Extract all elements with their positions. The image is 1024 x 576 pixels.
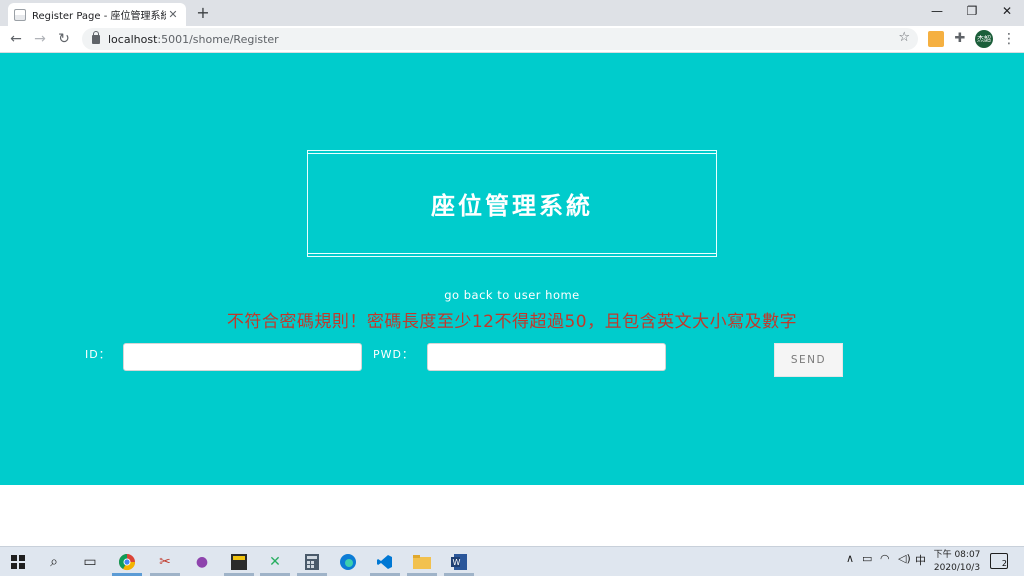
notification-center-icon[interactable]: 2 <box>990 553 1008 569</box>
sticky-notes-icon[interactable] <box>229 552 249 572</box>
send-button[interactable]: SEND <box>774 343 843 377</box>
edge-icon[interactable] <box>338 552 358 572</box>
windows-start-icon[interactable] <box>8 552 28 572</box>
puzzle-extensions-icon[interactable]: ✚ <box>952 31 968 47</box>
clock-time: 下午 08:07 <box>933 550 981 560</box>
volume-icon[interactable]: ◁) <box>898 552 911 565</box>
browser-tab[interactable]: Register Page - 座位管理系統 ✕ <box>8 3 186 26</box>
id-input[interactable] <box>123 343 362 371</box>
bookmark-star-icon[interactable]: ☆ <box>898 30 910 45</box>
battery-icon[interactable]: ▭ <box>862 552 872 565</box>
new-tab-button[interactable]: + <box>193 3 213 23</box>
notification-count: 2 <box>1001 559 1007 568</box>
back-to-user-home-link[interactable]: go back to user home <box>0 288 1024 302</box>
file-explorer-icon[interactable] <box>412 552 432 572</box>
tab-title: Register Page - 座位管理系統 <box>32 11 166 22</box>
tab-close-icon[interactable]: ✕ <box>166 8 180 21</box>
ime-indicator[interactable]: 中 <box>915 552 926 568</box>
minimize-button[interactable]: — <box>920 0 954 22</box>
register-page: 座位管理系統 go back to user home 不符合密碼規則！密碼長度… <box>0 53 1024 485</box>
back-arrow-icon[interactable]: ← <box>6 29 26 49</box>
close-window-button[interactable]: ✕ <box>990 0 1024 22</box>
chrome-icon[interactable] <box>117 552 137 572</box>
tools-app-icon[interactable]: ✕ <box>265 552 285 572</box>
vscode-icon[interactable] <box>375 552 395 572</box>
password-error-message: 不符合密碼規則！密碼長度至少12不得超過50，且包含英文大小寫及數字 <box>226 312 798 332</box>
taskbar-clock[interactable]: 下午 08:07 2020/10/3 <box>932 549 982 575</box>
search-icon[interactable]: ⌕ <box>44 552 64 572</box>
lock-icon <box>92 30 100 44</box>
restore-button[interactable]: ❐ <box>955 0 989 22</box>
browser-toolbar: ← → ↻ localhost:5001/shome/Register ☆ ✚ … <box>0 26 1024 53</box>
browser-menu-icon[interactable]: ⋮ <box>1002 30 1016 48</box>
svg-text:W: W <box>453 558 461 567</box>
page-favicon-icon <box>14 8 26 21</box>
reload-icon[interactable]: ↻ <box>54 29 74 49</box>
page-title: 座位管理系統 <box>431 192 593 220</box>
word-icon[interactable]: W <box>449 552 469 572</box>
wifi-icon[interactable]: ◠ <box>880 552 890 565</box>
browser-tab-strip: Register Page - 座位管理系統 ✕ + — ❐ ✕ <box>0 0 1024 26</box>
pwd-input[interactable] <box>427 343 666 371</box>
calculator-icon[interactable] <box>302 552 322 572</box>
address-bar[interactable]: localhost:5001/shome/Register ☆ <box>82 28 918 50</box>
task-view-icon[interactable]: ▭ <box>80 552 100 572</box>
page-footer-area <box>0 485 1024 546</box>
show-hidden-icons-icon[interactable]: ∧ <box>846 552 854 565</box>
profile-avatar[interactable]: 杰韶 <box>975 30 993 48</box>
pwd-label: PWD： <box>373 348 414 361</box>
title-box: 座位管理系統 <box>307 150 717 257</box>
forward-arrow-icon[interactable]: → <box>30 29 50 49</box>
drop-app-icon[interactable]: ● <box>192 552 212 572</box>
extension-icon[interactable] <box>928 31 944 47</box>
windows-taskbar: ⌕ ▭ ✂ ● ✕ W ∧ ▭ ◠ ◁) 中 下午 08:07 2020/10/… <box>0 546 1024 576</box>
url-text: localhost:5001/shome/Register <box>108 32 279 46</box>
clock-date: 2020/10/3 <box>933 563 981 573</box>
id-label: ID： <box>85 348 111 361</box>
snipping-tool-icon[interactable]: ✂ <box>155 552 175 572</box>
